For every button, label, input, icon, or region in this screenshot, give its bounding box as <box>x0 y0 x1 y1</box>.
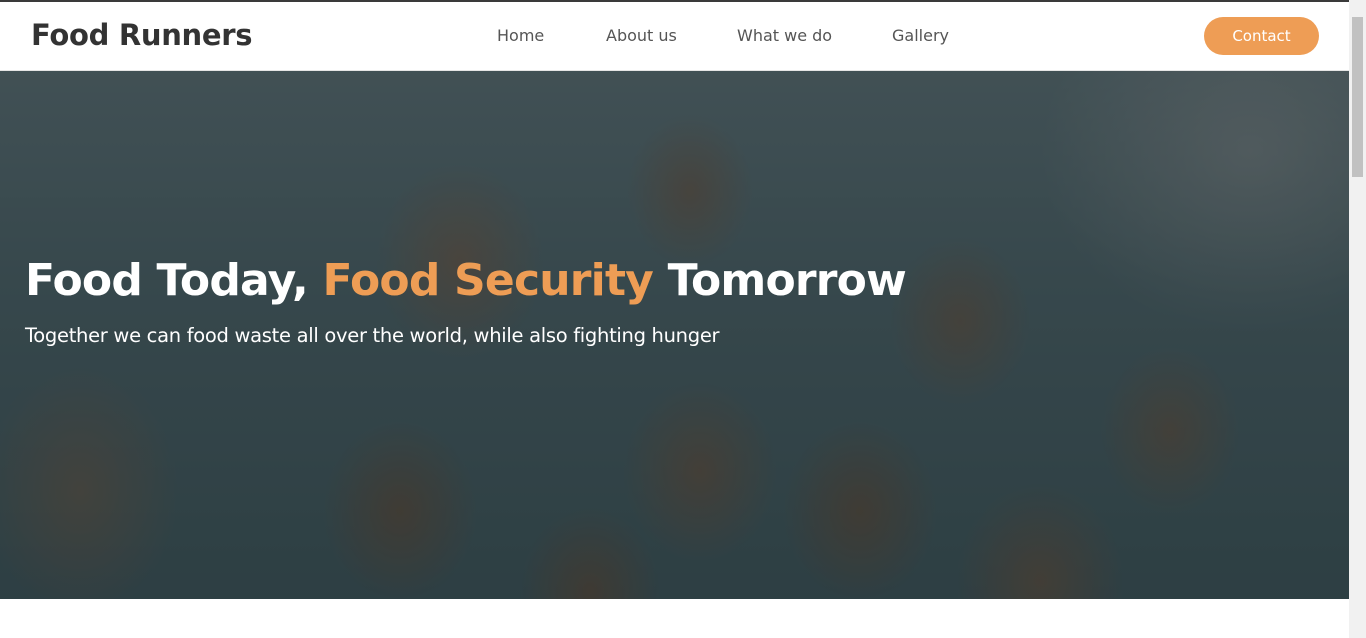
contact-button[interactable]: Contact <box>1204 17 1319 55</box>
navbar: Food Runners Home About us What we do Ga… <box>0 2 1349 71</box>
brand-logo[interactable]: Food Runners <box>31 18 253 52</box>
nav-gallery[interactable]: Gallery <box>892 26 949 45</box>
page-scrollbar[interactable] <box>1349 0 1366 638</box>
hero-title: Food Today, Food Security Tomorrow <box>25 255 907 306</box>
hero-subtitle: Together we can food waste all over the … <box>25 324 720 347</box>
hero-title-accent: Food Security <box>322 255 654 306</box>
hero-title-part2: Tomorrow <box>653 255 907 306</box>
nav-about-us[interactable]: About us <box>606 26 677 45</box>
nav-what-we-do[interactable]: What we do <box>737 26 832 45</box>
hero-title-part1: Food Today, <box>25 255 323 306</box>
nav-home[interactable]: Home <box>497 26 544 45</box>
scrollbar-thumb[interactable] <box>1352 17 1363 177</box>
hero-banner: Food Today, Food Security Tomorrow Toget… <box>0 71 1349 599</box>
